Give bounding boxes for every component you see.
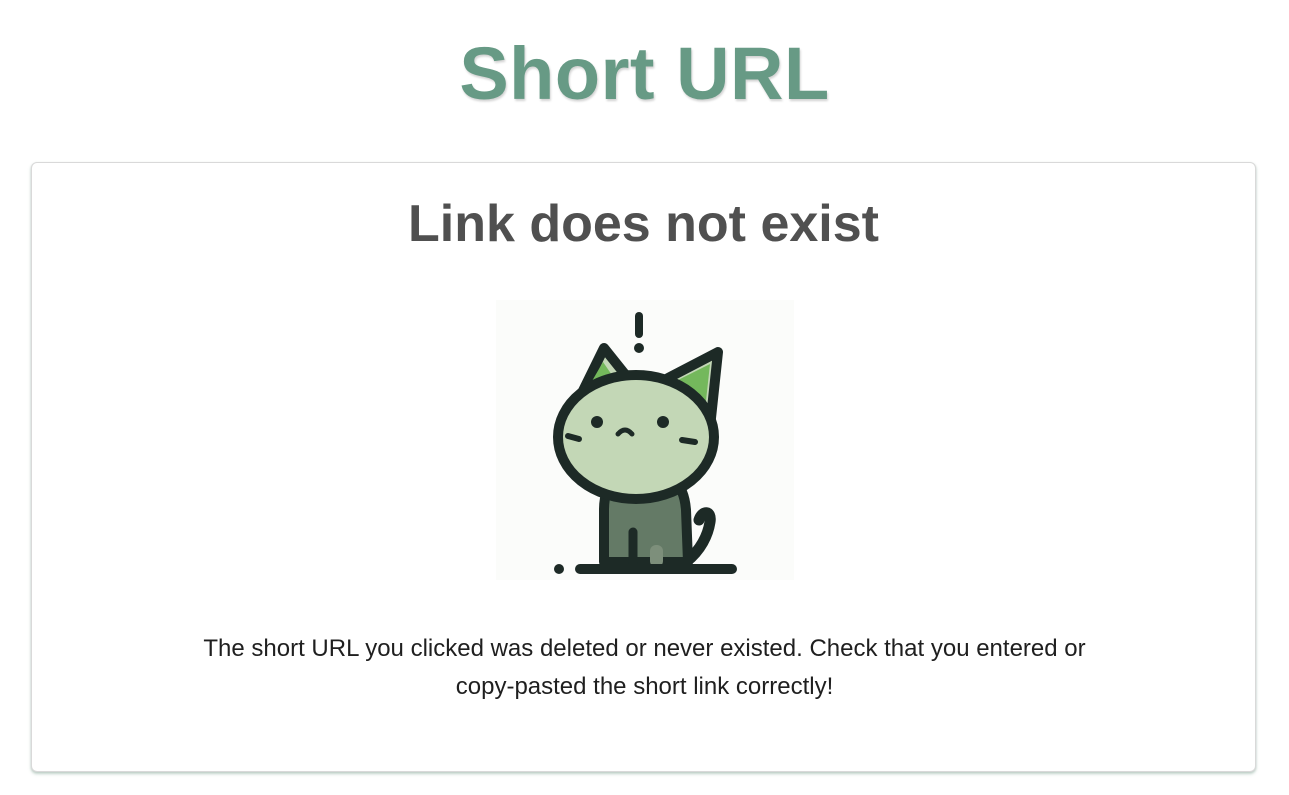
error-card: Link does not exist The short URL you cl… [31,162,1256,772]
ground-dot [554,564,564,574]
site-title: Short URL [459,32,830,115]
confused-cat-icon [496,300,794,580]
exclamation-dot [634,343,644,353]
cat-paw-shade [650,545,663,567]
error-page: Short URL Link does not exist The short … [0,0,1289,795]
cat-head [553,370,719,504]
error-heading: Link does not exist [408,195,879,253]
cat-left-whisker [565,433,582,442]
error-message: The short URL you clicked was deleted or… [203,635,1086,700]
cat-left-eye [591,416,603,428]
cat-right-whisker [679,437,698,445]
exclamation-bar [635,312,643,338]
cat-right-eye [657,416,669,428]
